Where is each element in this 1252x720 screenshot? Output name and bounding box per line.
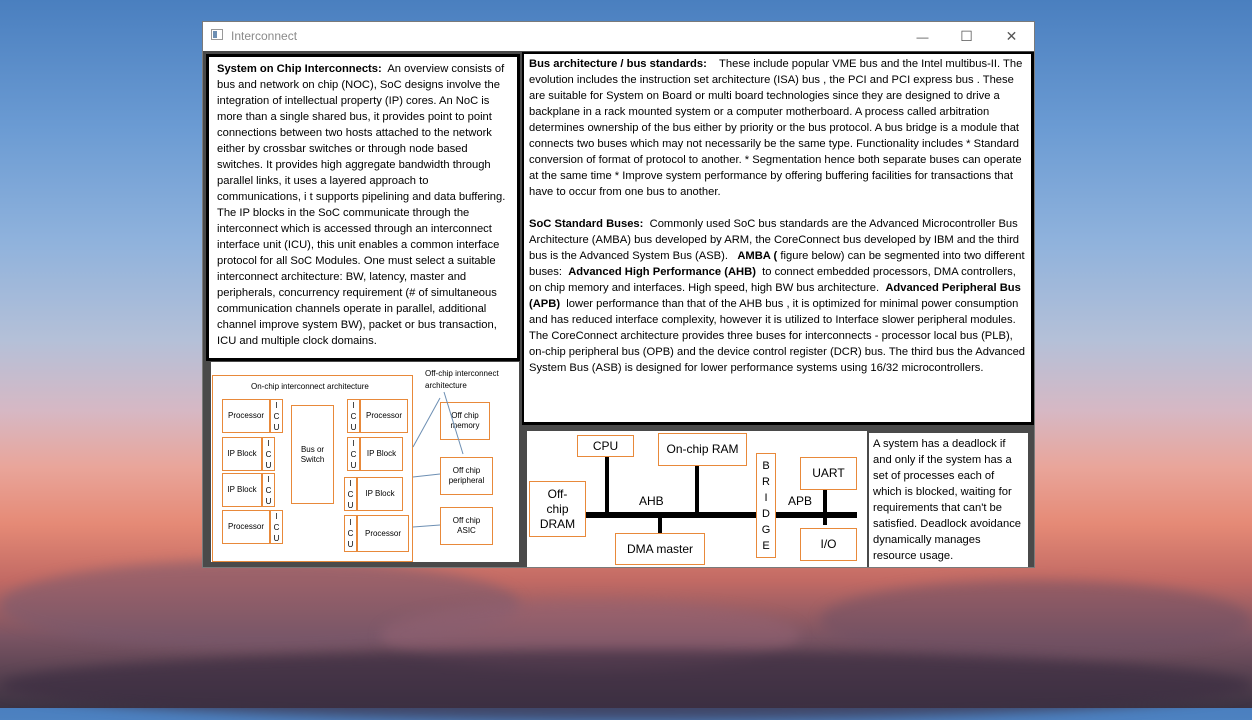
window-content: System on Chip Interconnects: An overvie… xyxy=(203,51,1034,567)
app-icon xyxy=(211,29,223,40)
cloud xyxy=(820,580,1250,660)
app-window: Interconnect — ☐ ✕ System on Chip Interc… xyxy=(202,21,1035,568)
bus-connector xyxy=(695,461,699,514)
cloud xyxy=(0,650,1252,720)
uart-block: UART xyxy=(800,457,857,490)
soc-interconnects-panel: System on Chip Interconnects: An overvie… xyxy=(206,54,520,361)
soc-body: An overview consists of bus and network … xyxy=(217,63,506,347)
bus-architecture-text: Bus architecture / bus standards: These … xyxy=(529,56,1027,200)
bus-connector xyxy=(823,487,827,525)
soc-interconnects-text: System on Chip Interconnects: An overvie… xyxy=(217,61,512,349)
bus-connector xyxy=(605,452,609,514)
close-button[interactable]: ✕ xyxy=(989,22,1034,51)
deadlock-panel: A system has a deadlock if and only if t… xyxy=(869,433,1028,567)
title-bar[interactable]: Interconnect — ☐ ✕ xyxy=(203,22,1034,51)
dma-master-block: DMA master xyxy=(615,533,705,565)
deadlock-text: A system has a deadlock if and only if t… xyxy=(873,438,1022,562)
offchip-connectors xyxy=(412,391,464,528)
io-block: I/O xyxy=(800,528,857,561)
offchip-dram-block: Off-chip DRAM xyxy=(529,481,586,537)
window-title: Interconnect xyxy=(231,29,298,43)
amba-bus-diagram: CPU On-chip RAM Off-chip DRAM AHB DMA mas… xyxy=(527,431,867,567)
interconnect-architecture-diagram: On-chip interconnect architecture Off-ch… xyxy=(211,362,519,562)
maximize-button[interactable]: ☐ xyxy=(944,22,989,51)
std-ahb: Advanced High Performance (AHB) xyxy=(568,266,756,278)
apb-label: APB xyxy=(788,494,813,508)
bus-heading: Bus architecture / bus standards: xyxy=(529,58,707,70)
bus-architecture-panel: Bus architecture / bus standards: These … xyxy=(522,52,1034,425)
soc-heading: System on Chip Interconnects: xyxy=(217,63,382,75)
bus-connector xyxy=(658,517,662,533)
std-text-4: lower performance than that of the AHB b… xyxy=(529,298,1026,374)
cpu-block: CPU xyxy=(577,435,634,457)
std-heading: SoC Standard Buses: xyxy=(529,218,644,230)
soc-standard-buses-text: SoC Standard Buses: Commonly used SoC bu… xyxy=(529,216,1027,376)
onchip-ram-block: On-chip RAM xyxy=(658,433,747,466)
bus-body: These include popular VME bus and the In… xyxy=(529,58,1023,198)
bridge-block: BRIDGE xyxy=(756,453,776,558)
ahb-label: AHB xyxy=(639,494,664,508)
minimize-button[interactable]: — xyxy=(900,22,945,51)
std-amba: AMBA ( xyxy=(737,250,778,262)
bus-line xyxy=(586,512,857,518)
